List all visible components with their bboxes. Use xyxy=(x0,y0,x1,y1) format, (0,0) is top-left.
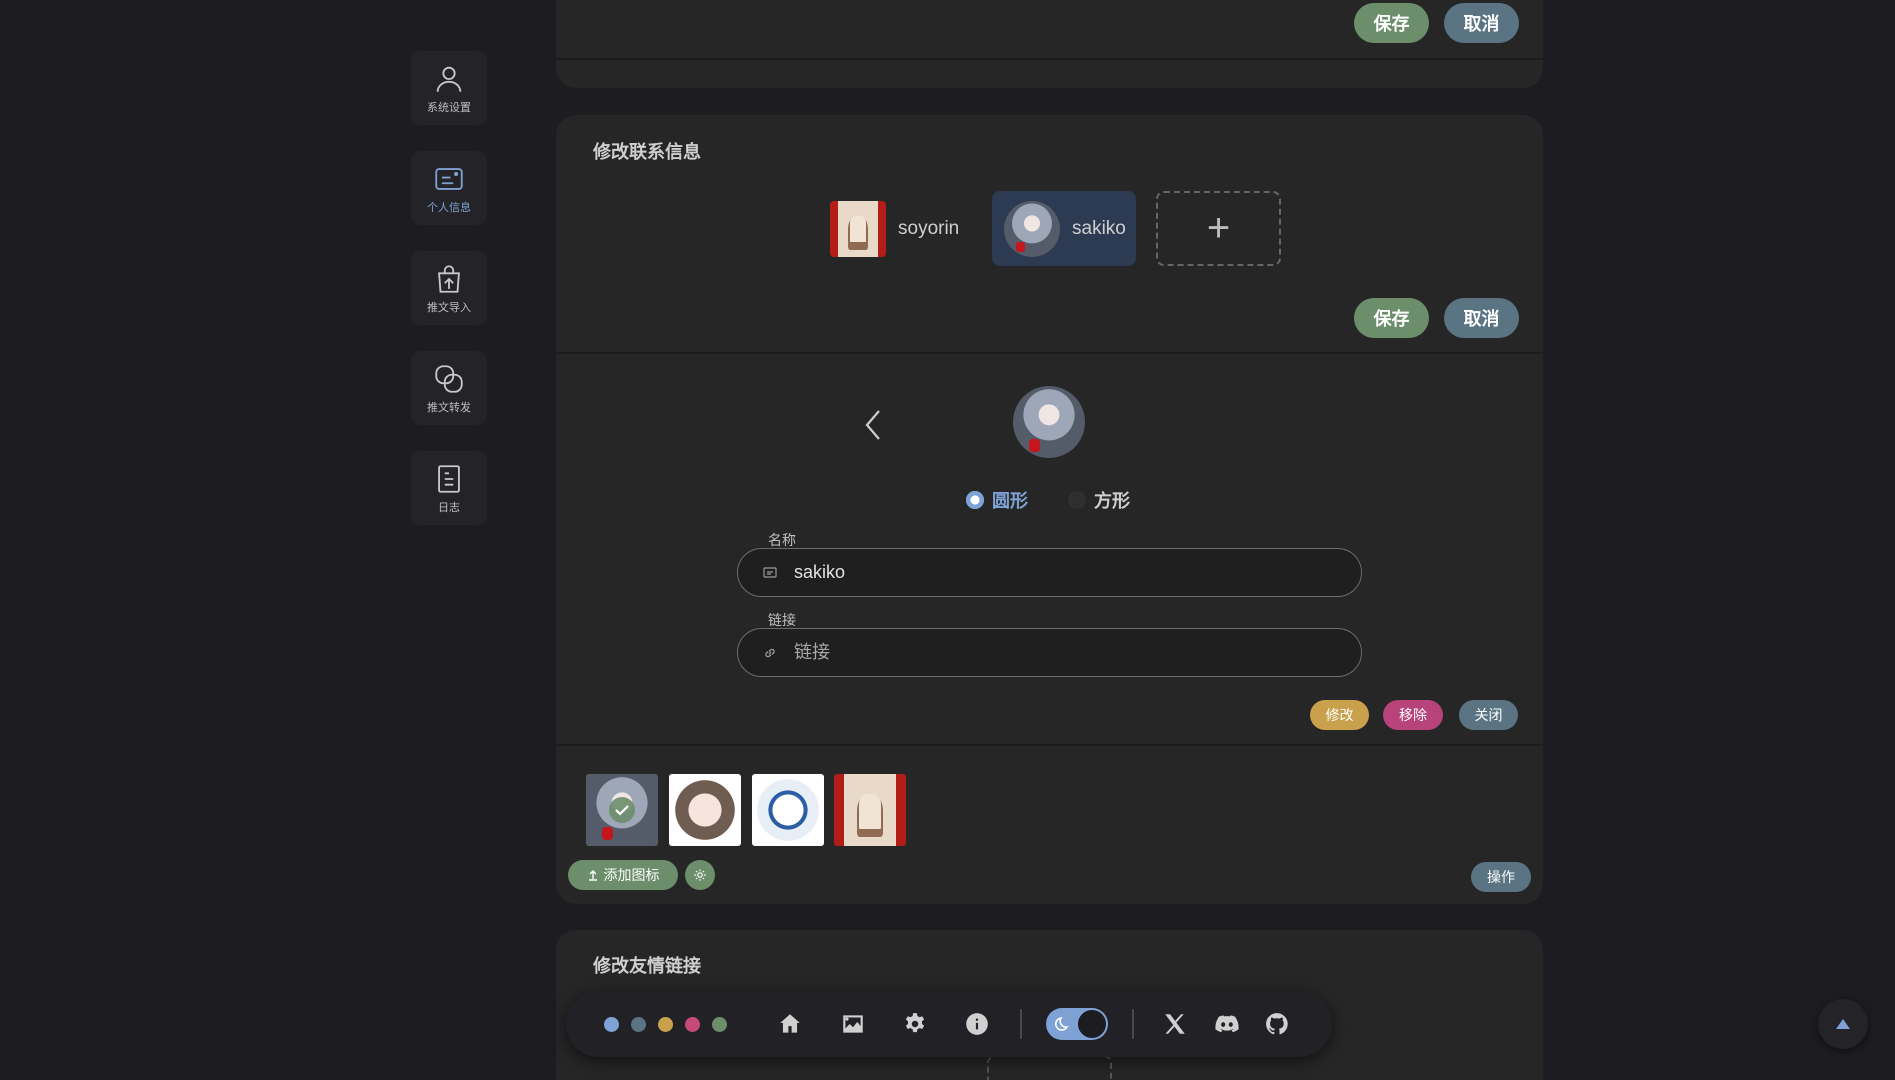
divider xyxy=(556,352,1543,354)
contact-avatar xyxy=(1004,200,1060,257)
shape-option-circle[interactable]: 圆形 xyxy=(966,487,1028,513)
remove-button[interactable]: 移除 xyxy=(1383,700,1443,730)
dark-mode-toggle[interactable] xyxy=(1046,1008,1108,1040)
shape-option-label: 圆形 xyxy=(992,491,1028,511)
user-icon xyxy=(436,66,462,92)
link-field-label: 链接 xyxy=(768,612,796,628)
github-icon[interactable] xyxy=(1264,1011,1290,1037)
repost-icon xyxy=(435,364,463,393)
message-icon xyxy=(763,566,777,578)
sidebar-item-personal-info[interactable]: 个人信息 xyxy=(411,151,487,225)
sidebar-item-label: 系统设置 xyxy=(427,101,471,114)
icon-tile-face[interactable] xyxy=(669,774,741,846)
name-field-label: 名称 xyxy=(768,532,796,548)
shape-option-square[interactable]: 方形 xyxy=(1068,487,1130,513)
gear-icon xyxy=(694,869,706,881)
theme-color-pink[interactable] xyxy=(685,1016,700,1032)
save-button[interactable]: 保存 xyxy=(1354,3,1429,43)
bag-upload-icon xyxy=(438,264,460,293)
gear-icon[interactable] xyxy=(902,1011,928,1037)
friends-panel-title: 修改友情链接 xyxy=(593,956,701,976)
contact-item-sakiko[interactable]: sakiko xyxy=(992,191,1136,266)
divider xyxy=(556,58,1543,60)
contact-item-soyorin[interactable]: soyorin xyxy=(830,191,971,266)
link-field xyxy=(737,628,1362,677)
plus-icon: + xyxy=(1206,206,1231,250)
icon-tile-room[interactable] xyxy=(834,774,906,846)
icon-settings-button[interactable] xyxy=(685,860,715,890)
radio-icon xyxy=(1068,491,1086,509)
previous-panel: 保存 取消 xyxy=(556,0,1543,88)
toggle-knob xyxy=(1078,1010,1106,1038)
add-friend-link-button[interactable] xyxy=(987,1055,1112,1080)
avatar-preview xyxy=(1013,386,1085,458)
icon-tile-sakiko[interactable] xyxy=(586,774,658,846)
bottom-toolbar xyxy=(566,991,1332,1057)
theme-color-blue[interactable] xyxy=(604,1016,619,1032)
sidebar-item-label: 推文转发 xyxy=(427,401,471,414)
add-icon-button[interactable]: 添加图标 xyxy=(568,860,678,890)
divider xyxy=(556,744,1543,746)
chevron-left-icon[interactable] xyxy=(860,407,886,443)
sidebar-item-system-settings[interactable]: 系统设置 xyxy=(411,51,487,125)
close-button[interactable]: 关闭 xyxy=(1459,700,1518,730)
upload-icon xyxy=(588,870,597,881)
name-field xyxy=(737,548,1362,597)
radio-icon xyxy=(966,491,984,509)
save-button[interactable]: 保存 xyxy=(1354,298,1429,338)
shape-option-label: 方形 xyxy=(1094,491,1130,511)
toolbar-separator xyxy=(1020,1009,1022,1039)
document-icon xyxy=(438,464,460,493)
id-card-icon xyxy=(435,167,463,190)
sidebar-item-label: 日志 xyxy=(438,501,460,514)
shape-selector: 圆形 方形 xyxy=(966,487,1170,513)
scroll-to-top-button[interactable] xyxy=(1818,999,1868,1049)
x-twitter-icon[interactable] xyxy=(1162,1011,1188,1037)
theme-color-slate[interactable] xyxy=(631,1016,646,1032)
home-icon[interactable] xyxy=(777,1011,803,1037)
sidebar-item-tweet-repost[interactable]: 推文转发 xyxy=(411,351,487,425)
add-contact-button[interactable]: + xyxy=(1156,191,1281,266)
sidebar-item-tweet-import[interactable]: 推文导入 xyxy=(411,251,487,325)
sidebar: 系统设置 个人信息 推文导入 推文转发 日志 xyxy=(411,51,487,551)
toolbar-separator xyxy=(1132,1009,1134,1039)
moon-icon xyxy=(1055,1016,1069,1031)
discord-icon[interactable] xyxy=(1212,1011,1242,1037)
contact-avatar xyxy=(830,200,886,257)
sidebar-item-label: 推文导入 xyxy=(427,301,471,314)
icon-tile-blue[interactable] xyxy=(752,774,824,846)
theme-color-green[interactable] xyxy=(712,1016,727,1032)
name-input[interactable] xyxy=(794,562,1314,583)
theme-color-gold[interactable] xyxy=(658,1016,673,1032)
link-icon xyxy=(765,648,775,657)
link-input[interactable] xyxy=(794,642,1314,663)
sidebar-item-label: 个人信息 xyxy=(427,201,471,214)
contact-panel-title: 修改联系信息 xyxy=(593,142,701,162)
cancel-button[interactable]: 取消 xyxy=(1444,3,1519,43)
cancel-button[interactable]: 取消 xyxy=(1444,298,1519,338)
contact-name: sakiko xyxy=(1072,217,1126,239)
info-icon[interactable] xyxy=(964,1011,990,1037)
modify-button[interactable]: 修改 xyxy=(1310,700,1369,730)
image-icon[interactable] xyxy=(840,1011,866,1037)
sidebar-item-log[interactable]: 日志 xyxy=(411,451,487,525)
contact-name: soyorin xyxy=(898,217,960,239)
operations-button[interactable]: 操作 xyxy=(1471,862,1531,892)
add-icon-label: 添加图标 xyxy=(603,867,660,883)
check-icon xyxy=(609,797,635,823)
caret-up-icon xyxy=(1836,1019,1850,1029)
